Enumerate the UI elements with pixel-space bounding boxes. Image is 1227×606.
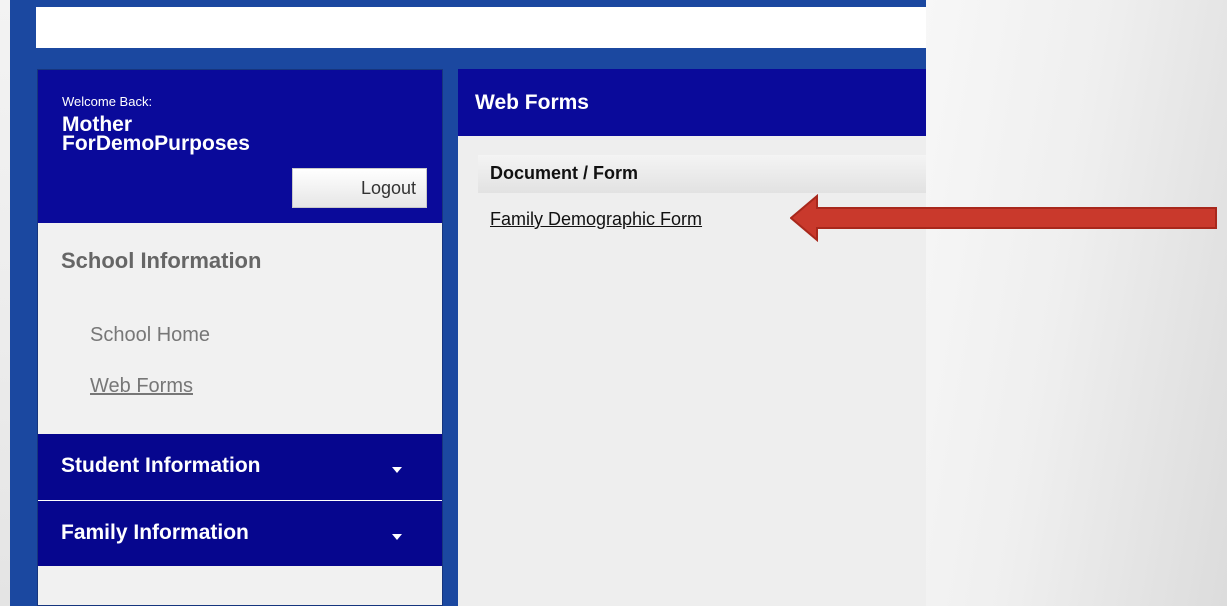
user-name: Mother ForDemoPurposes — [62, 114, 362, 155]
main-header: Web Forms — [458, 69, 926, 136]
main-content: Web Forms Document / Form Family Demogra… — [458, 69, 926, 606]
top-banner — [36, 7, 926, 48]
school-home-link[interactable]: School Home — [90, 324, 210, 347]
slide-background — [926, 0, 1227, 606]
welcome-label: Welcome Back: — [62, 94, 153, 109]
page-title: Web Forms — [475, 91, 589, 114]
student-information-label: Student Information — [61, 454, 261, 477]
family-information-section[interactable]: Family Information — [38, 500, 442, 566]
chevron-down-icon — [392, 534, 402, 540]
school-information-header: School Information — [61, 248, 262, 273]
student-information-section[interactable]: Student Information — [38, 434, 442, 500]
web-forms-link[interactable]: Web Forms — [90, 375, 193, 398]
sidebar: Welcome Back: Mother ForDemoPurposes Log… — [37, 69, 443, 606]
table-header: Document / Form — [478, 155, 926, 193]
column-header-document-form: Document / Form — [490, 163, 639, 183]
logout-button[interactable]: Logout — [292, 168, 427, 208]
chevron-down-icon — [392, 467, 402, 473]
user-last-name: ForDemoPurposes — [62, 132, 250, 155]
app-window: Welcome Back: Mother ForDemoPurposes Log… — [10, 0, 926, 606]
family-demographic-form-link[interactable]: Family Demographic Form — [490, 209, 702, 230]
red-arrow-icon — [790, 194, 1217, 242]
family-information-label: Family Information — [61, 521, 249, 544]
welcome-panel: Welcome Back: Mother ForDemoPurposes Log… — [38, 70, 442, 223]
